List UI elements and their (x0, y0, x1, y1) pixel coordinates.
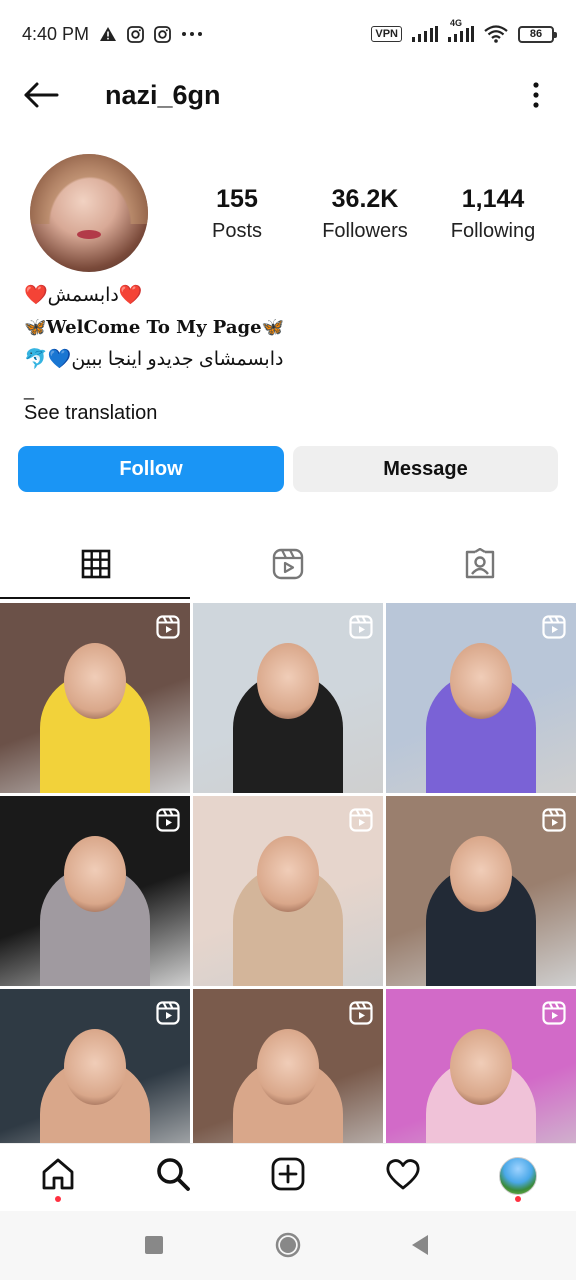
status-time: 4:40 PM (22, 23, 90, 44)
status-bar: 4:40 PM VPN 4G 86 (0, 0, 576, 68)
options-button[interactable] (526, 80, 546, 114)
posts-grid (0, 603, 576, 1179)
vpn-icon: VPN (371, 26, 402, 42)
notification-dot (515, 1196, 521, 1202)
circle-icon (275, 1232, 301, 1263)
avatar-hair (30, 154, 148, 224)
post-thumbnail[interactable] (386, 796, 576, 986)
home-icon (40, 1156, 76, 1197)
square-icon (144, 1235, 164, 1260)
post-thumbnail[interactable] (193, 796, 383, 986)
grid-icon (81, 549, 111, 584)
signal-icon (412, 26, 438, 42)
reels-icon (156, 808, 180, 832)
profile-avatar-thumb (499, 1157, 537, 1195)
following-label: Following (450, 220, 536, 242)
bio-line: ❤️دابسمش❤️ (24, 285, 143, 306)
tab-tagged[interactable] (384, 533, 576, 599)
nav-profile[interactable] (498, 1156, 538, 1202)
reels-icon (542, 808, 566, 832)
post-face (64, 643, 126, 719)
system-navigation-bar (0, 1211, 576, 1280)
reels-icon (542, 1001, 566, 1025)
reels-icon (156, 1001, 180, 1025)
network-type-label: 4G (450, 18, 463, 28)
create-icon (270, 1156, 306, 1197)
reels-icon (349, 808, 373, 832)
stat-followers[interactable]: 36.2K Followers (300, 185, 430, 243)
more-vertical-icon (533, 81, 539, 113)
posts-count: 155 (216, 185, 258, 213)
nav-search[interactable] (153, 1156, 193, 1196)
more-dots-icon (181, 31, 203, 37)
message-button[interactable]: Message (293, 446, 558, 492)
warning-icon (99, 26, 117, 42)
posts-label: Posts (211, 220, 263, 242)
wifi-icon (484, 25, 508, 43)
post-face (64, 836, 126, 912)
post-thumbnail[interactable] (386, 603, 576, 793)
instagram-icon (127, 25, 144, 43)
bio-line: 🦋WelCome To My Page🦋 (24, 317, 284, 338)
nav-create[interactable] (268, 1156, 308, 1196)
battery-level: 86 (529, 28, 543, 40)
notification-dot (55, 1196, 61, 1202)
bio-line: 🐬💙دابسمشای جدیدو اینجا ببین (24, 349, 284, 370)
post-face (450, 643, 512, 719)
following-count: 1,144 (461, 185, 525, 213)
reels-icon (349, 1001, 373, 1025)
triangle-back-icon (410, 1234, 430, 1261)
reels-icon (542, 615, 566, 639)
battery-icon: 86 (518, 25, 557, 43)
post-thumbnail[interactable] (0, 796, 190, 986)
post-face (450, 1029, 512, 1105)
profile-header: nazi_6gn (0, 68, 576, 126)
profile-username: nazi_6gn (105, 80, 221, 110)
see-translation-link[interactable]: See translation (24, 402, 157, 425)
reels-icon (349, 615, 373, 639)
stat-posts[interactable]: 155 Posts (172, 185, 302, 243)
post-face (64, 1029, 126, 1105)
bottom-navigation (0, 1143, 576, 1211)
back-button[interactable] (22, 80, 60, 114)
tagged-icon (464, 547, 496, 585)
reels-icon (156, 615, 180, 639)
post-thumbnail[interactable] (0, 603, 190, 793)
profile-avatar[interactable] (30, 154, 148, 272)
signal-4g-icon: 4G (448, 18, 474, 42)
search-icon (155, 1156, 191, 1197)
bio-dash: _ (24, 380, 35, 400)
followers-count: 36.2K (331, 185, 399, 213)
nav-activity[interactable] (383, 1156, 423, 1196)
post-face (450, 836, 512, 912)
profile-tabs (0, 533, 576, 599)
post-face (257, 1029, 319, 1105)
home-system-button[interactable] (275, 1232, 301, 1259)
back-system-button[interactable] (408, 1234, 432, 1261)
stat-following[interactable]: 1,144 Following (428, 185, 558, 243)
tab-reels[interactable] (192, 533, 384, 599)
followers-label: Followers (322, 220, 408, 242)
follow-button[interactable]: Follow (18, 446, 284, 492)
activity-heart-icon (385, 1157, 421, 1196)
reels-icon (272, 548, 304, 585)
avatar-lips (77, 230, 101, 239)
post-face (257, 836, 319, 912)
instagram-icon (154, 25, 171, 43)
recents-button[interactable] (142, 1235, 166, 1259)
post-face (257, 643, 319, 719)
tab-posts-grid[interactable] (0, 533, 192, 599)
arrow-left-icon (23, 81, 59, 114)
nav-home[interactable] (38, 1156, 78, 1202)
profile-bio: ❤️دابسمش❤️ 🦋WelCome To My Page🦋 🐬💙دابسمش… (24, 280, 554, 376)
post-thumbnail[interactable] (193, 603, 383, 793)
